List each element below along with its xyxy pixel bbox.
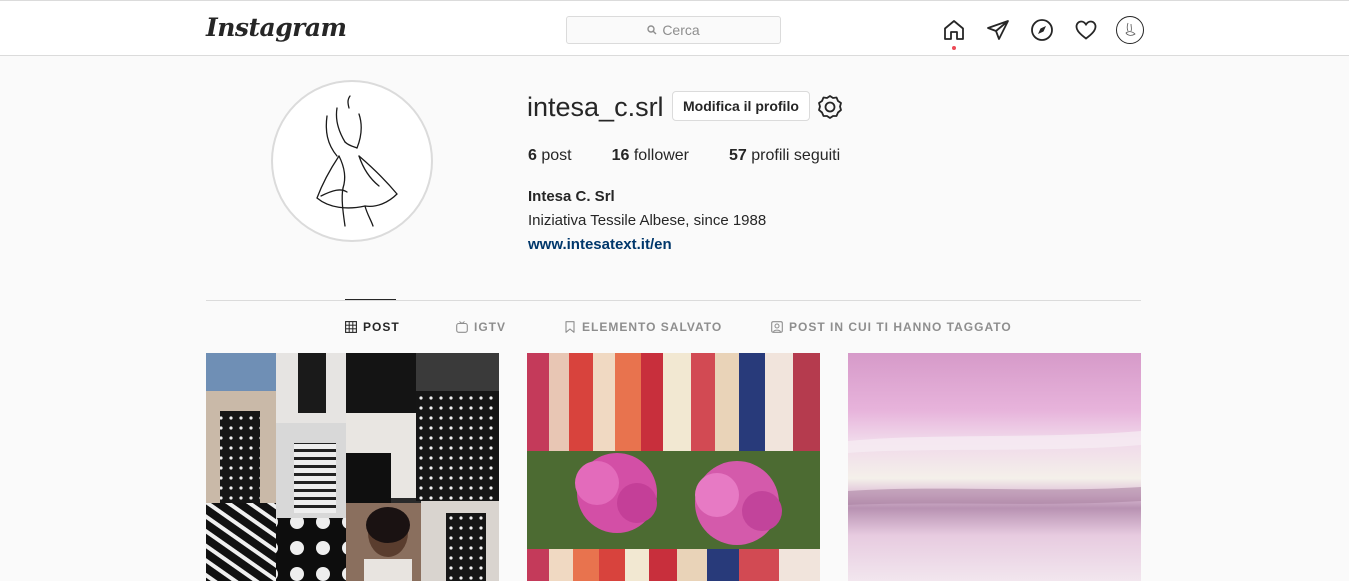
profile-bio: Iniziativa Tessile Albese, since 1988 bbox=[528, 212, 767, 229]
following-count[interactable]: 57 profili seguiti bbox=[729, 147, 840, 165]
profile-website-link[interactable]: www.intesatext.it/en bbox=[528, 236, 672, 253]
active-tab-indicator bbox=[345, 299, 396, 300]
tab-saved[interactable]: ELEMENTO SALVATO bbox=[564, 320, 722, 334]
settings-gear-icon[interactable] bbox=[817, 94, 843, 120]
explore-compass-icon[interactable] bbox=[1029, 17, 1055, 43]
home-active-dot bbox=[952, 46, 956, 50]
grid-icon bbox=[345, 321, 357, 333]
profile-username: intesa_c.srl bbox=[527, 92, 664, 122]
posts-count: 6 post bbox=[528, 147, 572, 164]
search-placeholder: Cerca bbox=[662, 22, 700, 38]
profile-avatar[interactable] bbox=[271, 80, 433, 242]
dress-sketch-logo bbox=[277, 86, 427, 236]
post-thumbnail-pink-fabric[interactable] bbox=[848, 353, 1141, 581]
followers-count[interactable]: 16 follower bbox=[612, 147, 689, 165]
profile-avatar-icon[interactable] bbox=[1116, 16, 1144, 44]
profile-full-name: Intesa C. Srl bbox=[528, 188, 615, 205]
tab-igtv[interactable]: IGTV bbox=[456, 320, 506, 334]
tab-tagged-label: POST IN CUI TI HANNO TAGGATO bbox=[789, 320, 1012, 334]
igtv-icon bbox=[456, 321, 468, 333]
tab-posts-label: POST bbox=[363, 320, 400, 334]
home-icon[interactable] bbox=[941, 17, 967, 43]
activity-heart-icon[interactable] bbox=[1073, 17, 1099, 43]
tab-posts[interactable]: POST bbox=[345, 320, 400, 334]
edit-profile-button[interactable]: Modifica il profilo bbox=[672, 91, 810, 121]
tagged-icon bbox=[771, 321, 783, 333]
post-thumbnail-fashion-collage[interactable] bbox=[206, 353, 499, 581]
bookmark-icon bbox=[565, 321, 575, 333]
post-thumbnail-fabrics-hydrangea[interactable] bbox=[527, 353, 820, 581]
instagram-logo[interactable]: Instagram bbox=[206, 13, 347, 42]
top-navbar: Instagram Cerca bbox=[0, 0, 1349, 56]
search-input[interactable]: Cerca bbox=[566, 16, 781, 44]
profile-stats: 6 post 16 follower 57 profili seguiti bbox=[528, 147, 880, 165]
search-icon bbox=[647, 25, 657, 35]
tab-igtv-label: IGTV bbox=[474, 320, 507, 334]
tab-saved-label: ELEMENTO SALVATO bbox=[582, 320, 723, 334]
tabs-divider bbox=[206, 300, 1141, 301]
direct-message-icon[interactable] bbox=[985, 17, 1011, 43]
tab-tagged[interactable]: POST IN CUI TI HANNO TAGGATO bbox=[771, 320, 1012, 334]
